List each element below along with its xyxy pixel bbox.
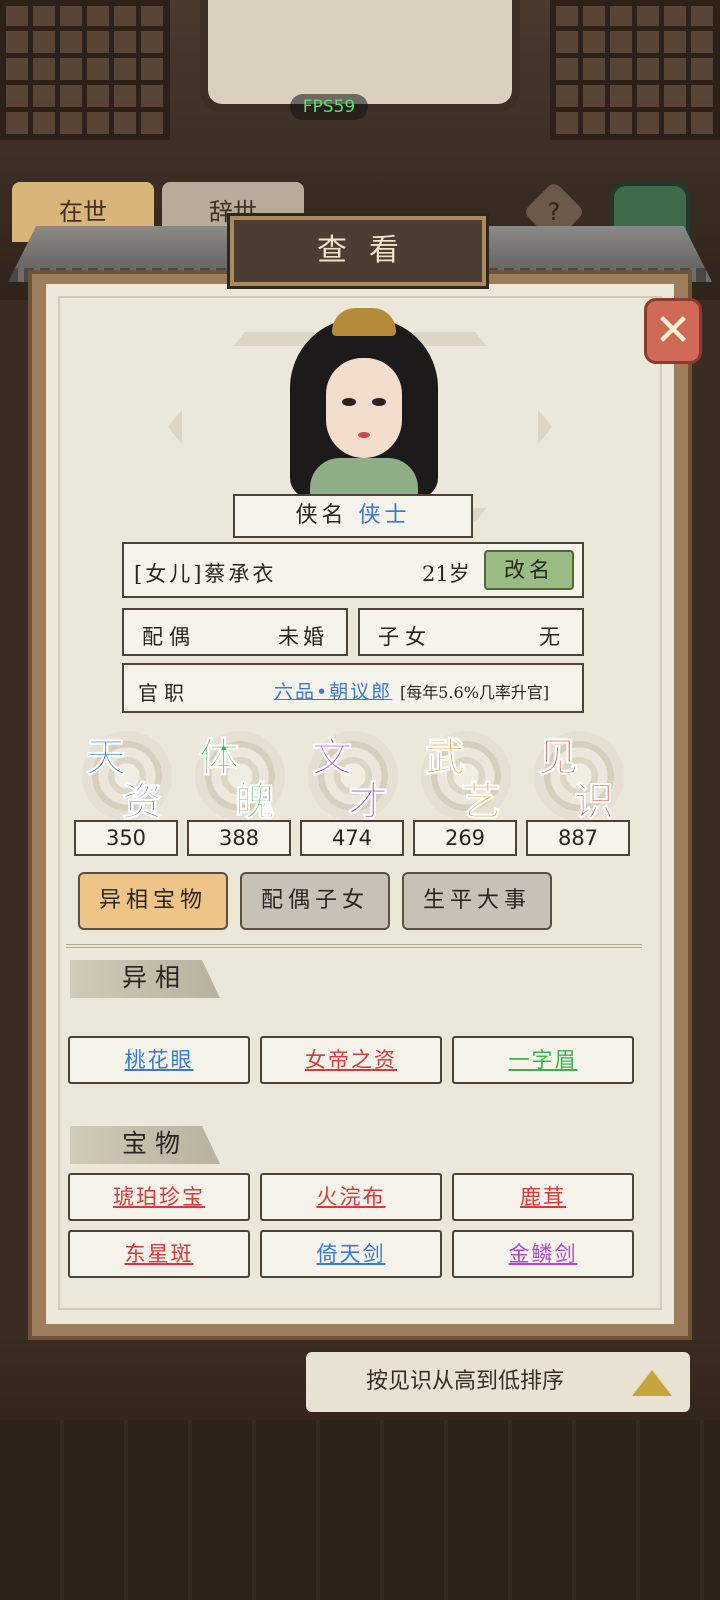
stat-char-2: 才: [348, 778, 389, 826]
stat-value-talent: 350: [74, 820, 178, 856]
trait-label: 女帝之资: [305, 1048, 397, 1072]
window-lattice-left: [0, 0, 170, 140]
close-x-icon: ✕: [654, 305, 692, 356]
close-button[interactable]: ✕: [644, 298, 702, 364]
children-value: 无: [539, 625, 564, 649]
tab-life-events[interactable]: 生平大事: [402, 872, 552, 930]
treasures-section-title: 宝物: [70, 1126, 220, 1164]
office-note: [每年5.6%几率升官]: [400, 683, 550, 702]
traits-section-title: 异相: [70, 960, 220, 998]
office-box: 官职 六品•朝议郎 [每年5.6%几率升官]: [122, 663, 584, 713]
trait-chip[interactable]: 一字眉: [452, 1036, 634, 1084]
treasure-label: 东星斑: [124, 1242, 194, 1266]
stat-knowledge: 见 识: [526, 725, 630, 826]
children-box: 子女 无: [358, 608, 584, 656]
xia-label: 侠名: [295, 503, 348, 528]
xia-name-box: 侠名 侠士: [233, 494, 473, 538]
trait-chip[interactable]: 桃花眼: [68, 1036, 250, 1084]
trait-label: 桃花眼: [124, 1048, 194, 1072]
stat-char-2: 资: [122, 778, 163, 826]
treasure-chip[interactable]: 火浣布: [260, 1173, 442, 1221]
stat-char-2: 艺: [461, 778, 502, 826]
stat-char-1: 文: [312, 734, 353, 782]
stat-char-1: 武: [425, 734, 466, 782]
stat-value-literary: 474: [300, 820, 404, 856]
window-lattice-right: [550, 0, 720, 140]
trait-chip[interactable]: 女帝之资: [260, 1036, 442, 1084]
lips: [358, 432, 370, 438]
treasure-chip[interactable]: 倚天剑: [260, 1230, 442, 1278]
treasure-chip[interactable]: 鹿茸: [452, 1173, 634, 1221]
character-name: [女儿]蔡承衣: [134, 562, 277, 586]
section-divider: [66, 944, 642, 948]
stat-char-1: 体: [199, 734, 240, 782]
stat-literary: 文 才: [300, 725, 404, 826]
treasure-chip[interactable]: 琥珀珍宝: [68, 1173, 250, 1221]
rename-button[interactable]: 改名: [484, 550, 574, 590]
treasure-label: 火浣布: [316, 1185, 386, 1209]
spouse-label: 配偶: [142, 625, 196, 649]
stat-physique: 体 魄: [187, 725, 291, 826]
xia-value: 侠士: [358, 503, 411, 528]
stat-martial: 武 艺: [413, 725, 517, 826]
spouse-value: 未婚: [278, 625, 328, 649]
tab-traits-treasures[interactable]: 异相宝物: [78, 872, 228, 930]
portrait-face: [326, 358, 402, 458]
portrait-robe: [310, 458, 418, 498]
character-age: 21岁: [422, 562, 470, 586]
name-row: [女儿]蔡承衣 21岁 改名: [122, 542, 584, 598]
treasure-label: 金鳞剑: [508, 1242, 578, 1266]
treasure-label: 倚天剑: [316, 1242, 386, 1266]
hair-ornament: [332, 308, 396, 336]
stat-talent: 天 资: [74, 725, 178, 826]
treasure-chip[interactable]: 金鳞剑: [452, 1230, 634, 1278]
tab-spouse-children[interactable]: 配偶子女: [240, 872, 390, 930]
stat-value-knowledge: 887: [526, 820, 630, 856]
office-label: 官职: [138, 681, 190, 705]
fps-counter: FPS59: [290, 94, 368, 120]
treasure-label: 鹿茸: [520, 1185, 566, 1209]
treasure-chip[interactable]: 东星斑: [68, 1230, 250, 1278]
stat-char-1: 见: [538, 734, 579, 782]
stat-value-physique: 388: [187, 820, 291, 856]
stat-value-martial: 269: [413, 820, 517, 856]
sort-triangle-icon[interactable]: [632, 1370, 672, 1396]
stat-char-2: 识: [574, 778, 615, 826]
children-label: 子女: [378, 625, 432, 649]
eye-left: [342, 398, 356, 406]
office-value-link[interactable]: 六品•朝议郎: [274, 677, 392, 704]
stat-char-1: 天: [86, 734, 127, 782]
trait-label: 一字眉: [508, 1048, 578, 1072]
treasure-label: 琥珀珍宝: [113, 1185, 205, 1209]
stat-char-2: 魄: [235, 778, 276, 826]
character-portrait: [290, 308, 438, 498]
spouse-box: 配偶 未婚: [122, 608, 348, 656]
panel-title: 查看: [230, 216, 486, 286]
eye-right: [372, 398, 386, 406]
